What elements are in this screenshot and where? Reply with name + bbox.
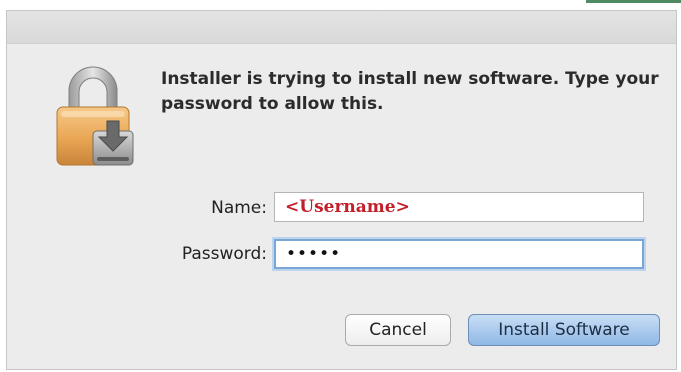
lock-download-icon [56, 66, 134, 166]
dialog-title-bar [7, 11, 676, 44]
authentication-dialog: Installer is trying to install new softw… [6, 10, 677, 370]
screen: Installer is trying to install new softw… [0, 0, 681, 372]
password-field-value: ••••• [286, 244, 342, 264]
name-label: Name: [211, 198, 267, 218]
prompt-message: Installer is trying to install new softw… [161, 69, 659, 114]
install-software-button[interactable]: Install Software [468, 314, 660, 346]
cancel-button[interactable]: Cancel [345, 314, 451, 346]
name-field[interactable]: <Username> [274, 192, 644, 222]
password-label: Password: [181, 244, 267, 264]
background-window-edge [586, 0, 681, 3]
name-field-value: <Username> [285, 197, 410, 217]
password-field[interactable]: ••••• [274, 239, 644, 269]
